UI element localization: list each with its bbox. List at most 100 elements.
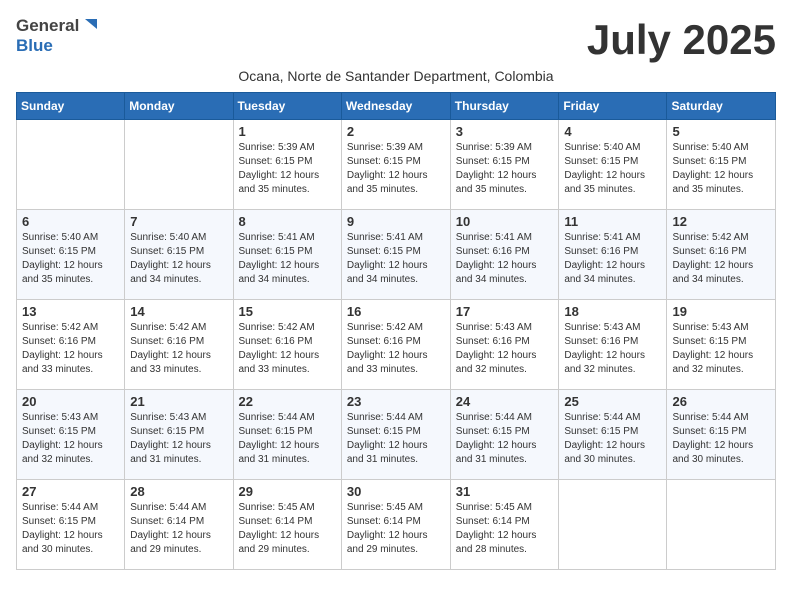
day-info: Sunrise: 5:43 AM Sunset: 6:16 PM Dayligh… — [564, 321, 661, 377]
calendar-day-cell: 5 Sunrise: 5:40 AM Sunset: 6:15 PM Daylig… — [667, 120, 776, 210]
day-number: 11 — [564, 214, 661, 229]
calendar-week-row: 13 Sunrise: 5:42 AM Sunset: 6:16 PM Dayli… — [17, 300, 776, 390]
day-info: Sunrise: 5:43 AM Sunset: 6:15 PM Dayligh… — [130, 411, 227, 467]
day-info: Sunrise: 5:45 AM Sunset: 6:14 PM Dayligh… — [456, 501, 554, 557]
weekday-header: Thursday — [450, 93, 559, 120]
day-number: 1 — [239, 124, 336, 139]
calendar-day-cell: 9 Sunrise: 5:41 AM Sunset: 6:15 PM Daylig… — [341, 210, 450, 300]
calendar-day-cell: 8 Sunrise: 5:41 AM Sunset: 6:15 PM Daylig… — [233, 210, 341, 300]
calendar-day-cell: 25 Sunrise: 5:44 AM Sunset: 6:15 PM Dayli… — [559, 390, 667, 480]
day-info: Sunrise: 5:44 AM Sunset: 6:15 PM Dayligh… — [564, 411, 661, 467]
calendar-day-cell — [125, 120, 233, 210]
calendar-day-cell: 6 Sunrise: 5:40 AM Sunset: 6:15 PM Daylig… — [17, 210, 125, 300]
calendar-day-cell — [559, 480, 667, 570]
day-info: Sunrise: 5:43 AM Sunset: 6:15 PM Dayligh… — [672, 321, 770, 377]
calendar-day-cell: 15Sunrise: 5:42 AM Sunset: 6:16 PM Dayli… — [233, 300, 341, 390]
day-info: Sunrise: 5:40 AM Sunset: 6:15 PM Dayligh… — [564, 141, 661, 197]
day-number: 3 — [456, 124, 554, 139]
logo-triangle-icon — [81, 17, 99, 35]
day-number: 14 — [130, 304, 227, 319]
day-number: 7 — [130, 214, 227, 229]
calendar-week-row: 1 Sunrise: 5:39 AM Sunset: 6:15 PM Daylig… — [17, 120, 776, 210]
day-info: Sunrise: 5:42 AM Sunset: 6:16 PM Dayligh… — [22, 321, 119, 377]
calendar-day-cell: 3 Sunrise: 5:39 AM Sunset: 6:15 PM Daylig… — [450, 120, 559, 210]
weekday-header: Monday — [125, 93, 233, 120]
page-header: General Blue July 2025 — [16, 16, 776, 64]
day-info: Sunrise: 5:44 AM Sunset: 6:15 PM Dayligh… — [672, 411, 770, 467]
day-info: Sunrise: 5:40 AM Sunset: 6:15 PM Dayligh… — [672, 141, 770, 197]
day-number: 2 — [347, 124, 445, 139]
day-info: Sunrise: 5:40 AM Sunset: 6:15 PM Dayligh… — [130, 231, 227, 287]
calendar-day-cell: 23 Sunrise: 5:44 AM Sunset: 6:15 PM Dayli… — [341, 390, 450, 480]
day-info: Sunrise: 5:41 AM Sunset: 6:15 PM Dayligh… — [347, 231, 445, 287]
calendar-day-cell — [17, 120, 125, 210]
day-info: Sunrise: 5:45 AM Sunset: 6:14 PM Dayligh… — [239, 501, 336, 557]
calendar-day-cell: 26 Sunrise: 5:44 AM Sunset: 6:15 PM Dayli… — [667, 390, 776, 480]
day-number: 24 — [456, 394, 554, 409]
calendar-day-cell: 14 Sunrise: 5:42 AM Sunset: 6:16 PM Dayli… — [125, 300, 233, 390]
day-info: Sunrise: 5:45 AM Sunset: 6:14 PM Dayligh… — [347, 501, 445, 557]
day-info: Sunrise: 5:42 AM Sunset: 6:16 PM Dayligh… — [130, 321, 227, 377]
day-number: 30 — [347, 484, 445, 499]
day-info: Sunrise: 5:39 AM Sunset: 6:15 PM Dayligh… — [456, 141, 554, 197]
calendar-day-cell: 2 Sunrise: 5:39 AM Sunset: 6:15 PM Daylig… — [341, 120, 450, 210]
calendar-day-cell: 19 Sunrise: 5:43 AM Sunset: 6:15 PM Dayli… — [667, 300, 776, 390]
day-number: 8 — [239, 214, 336, 229]
calendar-day-cell: 30 Sunrise: 5:45 AM Sunset: 6:14 PM Dayli… — [341, 480, 450, 570]
calendar-day-cell: 11 Sunrise: 5:41 AM Sunset: 6:16 PM Dayli… — [559, 210, 667, 300]
calendar-week-row: 6 Sunrise: 5:40 AM Sunset: 6:15 PM Daylig… — [17, 210, 776, 300]
day-info: Sunrise: 5:42 AM Sunset: 6:16 PM Dayligh… — [239, 321, 336, 377]
day-info: Sunrise: 5:41 AM Sunset: 6:16 PM Dayligh… — [564, 231, 661, 287]
day-info: Sunrise: 5:42 AM Sunset: 6:16 PM Dayligh… — [672, 231, 770, 287]
calendar-day-cell: 31 Sunrise: 5:45 AM Sunset: 6:14 PM Dayli… — [450, 480, 559, 570]
calendar-day-cell: 16 Sunrise: 5:42 AM Sunset: 6:16 PM Dayli… — [341, 300, 450, 390]
calendar-day-cell: 29 Sunrise: 5:45 AM Sunset: 6:14 PM Dayli… — [233, 480, 341, 570]
day-info: Sunrise: 5:43 AM Sunset: 6:16 PM Dayligh… — [456, 321, 554, 377]
day-number: 22 — [239, 394, 336, 409]
day-info: Sunrise: 5:44 AM Sunset: 6:15 PM Dayligh… — [347, 411, 445, 467]
calendar-day-cell: 22 Sunrise: 5:44 AM Sunset: 6:15 PM Dayli… — [233, 390, 341, 480]
day-info: Sunrise: 5:44 AM Sunset: 6:14 PM Dayligh… — [130, 501, 227, 557]
day-number: 31 — [456, 484, 554, 499]
calendar-day-cell: 17 Sunrise: 5:43 AM Sunset: 6:16 PM Dayli… — [450, 300, 559, 390]
day-number: 12 — [672, 214, 770, 229]
calendar-table: SundayMondayTuesdayWednesdayThursdayFrid… — [16, 92, 776, 570]
calendar-day-cell: 28Sunrise: 5:44 AM Sunset: 6:14 PM Dayli… — [125, 480, 233, 570]
day-number: 16 — [347, 304, 445, 319]
day-number: 19 — [672, 304, 770, 319]
day-number: 13 — [22, 304, 119, 319]
day-info: Sunrise: 5:43 AM Sunset: 6:15 PM Dayligh… — [22, 411, 119, 467]
day-info: Sunrise: 5:42 AM Sunset: 6:16 PM Dayligh… — [347, 321, 445, 377]
day-number: 25 — [564, 394, 661, 409]
calendar-header-row: SundayMondayTuesdayWednesdayThursdayFrid… — [17, 93, 776, 120]
calendar-day-cell: 10 Sunrise: 5:41 AM Sunset: 6:16 PM Dayli… — [450, 210, 559, 300]
day-info: Sunrise: 5:39 AM Sunset: 6:15 PM Dayligh… — [239, 141, 336, 197]
day-number: 17 — [456, 304, 554, 319]
day-number: 10 — [456, 214, 554, 229]
day-info: Sunrise: 5:41 AM Sunset: 6:15 PM Dayligh… — [239, 231, 336, 287]
day-info: Sunrise: 5:41 AM Sunset: 6:16 PM Dayligh… — [456, 231, 554, 287]
calendar-day-cell: 7 Sunrise: 5:40 AM Sunset: 6:15 PM Daylig… — [125, 210, 233, 300]
logo: General Blue — [16, 16, 99, 57]
day-info: Sunrise: 5:44 AM Sunset: 6:15 PM Dayligh… — [456, 411, 554, 467]
calendar-week-row: 27 Sunrise: 5:44 AM Sunset: 6:15 PM Dayli… — [17, 480, 776, 570]
day-number: 9 — [347, 214, 445, 229]
day-number: 27 — [22, 484, 119, 499]
day-info: Sunrise: 5:44 AM Sunset: 6:15 PM Dayligh… — [239, 411, 336, 467]
day-number: 21 — [130, 394, 227, 409]
day-number: 6 — [22, 214, 119, 229]
calendar-day-cell: 27 Sunrise: 5:44 AM Sunset: 6:15 PM Dayli… — [17, 480, 125, 570]
calendar-week-row: 20Sunrise: 5:43 AM Sunset: 6:15 PM Dayli… — [17, 390, 776, 480]
day-number: 23 — [347, 394, 445, 409]
day-info: Sunrise: 5:40 AM Sunset: 6:15 PM Dayligh… — [22, 231, 119, 287]
day-info: Sunrise: 5:44 AM Sunset: 6:15 PM Dayligh… — [22, 501, 119, 557]
day-number: 5 — [672, 124, 770, 139]
day-number: 29 — [239, 484, 336, 499]
weekday-header: Wednesday — [341, 93, 450, 120]
month-title: July 2025 — [587, 16, 776, 64]
day-number: 18 — [564, 304, 661, 319]
calendar-day-cell: 20Sunrise: 5:43 AM Sunset: 6:15 PM Dayli… — [17, 390, 125, 480]
weekday-header: Friday — [559, 93, 667, 120]
day-number: 26 — [672, 394, 770, 409]
day-info: Sunrise: 5:39 AM Sunset: 6:15 PM Dayligh… — [347, 141, 445, 197]
